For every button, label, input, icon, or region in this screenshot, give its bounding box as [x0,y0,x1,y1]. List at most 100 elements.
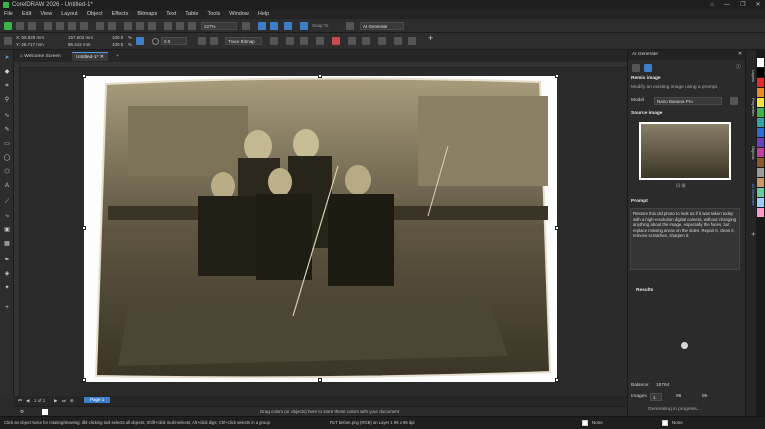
scale-y-field[interactable]: 100.0 [112,42,123,48]
transparency-tool-icon[interactable]: ▦ [3,240,11,248]
upload-icon[interactable] [176,22,184,30]
scale-x-field[interactable]: 100.0 [112,35,123,41]
model-dropdown[interactable]: Nano Banana Pro [654,97,722,105]
palette-swatch[interactable] [757,128,764,137]
parallel-dimension-icon[interactable]: ⟋ [3,198,11,206]
page-1-tab[interactable]: Page 1 [84,397,111,403]
mirror-vertical-icon[interactable] [210,37,218,45]
palette-options-icon[interactable]: ⚙ [20,409,24,415]
zoom-tool-icon[interactable]: ⚲ [3,96,11,104]
menu-effects[interactable]: Effects [112,11,129,17]
search-content-icon[interactable] [124,22,132,30]
new-document-icon[interactable] [4,22,12,30]
info-icon[interactable]: ⓘ [736,65,741,71]
height-field[interactable]: 86.442 mm [68,42,91,48]
selection-handle-bottom-right[interactable] [555,378,559,382]
width-field[interactable]: 157.602 mm [68,35,93,41]
resample-icon[interactable] [300,37,308,45]
trace-bitmap-dropdown[interactable]: Trace Bitmap [225,37,262,45]
app-launcher-icon[interactable] [188,22,196,30]
ai-generate-dropdown[interactable]: AI Generate [360,22,404,30]
snap-to-dropdown[interactable]: Snap To [312,23,328,29]
options-gear-icon[interactable] [346,22,354,30]
rotation-angle-field[interactable]: 0.0 [161,37,187,45]
share-icon[interactable]: ⌂ [705,1,719,9]
palette-swatch[interactable] [757,68,764,77]
menu-window[interactable]: Window [229,11,249,17]
selection-handle-mid-right[interactable] [555,226,559,230]
remove-background-icon[interactable] [332,37,340,45]
first-page-icon[interactable]: ⏮ [18,398,22,404]
rectangle-tool-icon[interactable]: ▭ [3,140,11,148]
palette-swatch[interactable] [757,138,764,147]
smart-fill-icon[interactable]: ✦ [3,284,11,292]
snap-icon[interactable] [300,22,308,30]
x-position-field[interactable]: X: 50.829 mm [16,35,44,41]
show-rulers-icon[interactable] [258,22,266,30]
menu-object[interactable]: Object [87,11,103,17]
undo-icon[interactable] [96,22,104,30]
interactive-fill-icon[interactable]: ◈ [3,270,11,278]
crop-tool-icon[interactable]: ⌗ [3,82,11,90]
selection-handle-bottom-mid[interactable] [318,378,322,382]
ratio-a-field[interactable]: 96 [676,394,681,400]
side-tab-properties[interactable]: Properties [747,98,756,116]
last-page-icon[interactable]: ⏭ [62,398,66,404]
outline-swatch[interactable] [662,420,668,426]
next-page-icon[interactable]: ▶ [54,398,57,404]
add-page-icon[interactable]: ⊕ [70,398,74,404]
magic-wand-icon[interactable] [348,37,356,45]
close-button[interactable]: ✕ [751,1,765,9]
shape-tool-icon[interactable]: ◆ [3,68,11,76]
images-count-field[interactable]: 1 [650,393,662,401]
source-image-thumbnail[interactable] [639,122,731,180]
to-front-icon[interactable] [394,37,402,45]
mirror-horizontal-icon[interactable] [198,37,206,45]
menu-help[interactable]: Help [258,11,269,17]
print-icon[interactable] [44,22,52,30]
y-position-field[interactable]: Y: 46.717 mm [16,42,44,48]
palette-swatch[interactable] [757,58,764,67]
drawing-canvas[interactable] [20,68,627,396]
save-icon[interactable] [28,22,36,30]
bitmap-color-mask-icon[interactable] [316,37,324,45]
minimize-button[interactable]: — [720,1,734,9]
cut-icon[interactable] [56,22,64,30]
selection-handle-top-left[interactable] [82,74,86,78]
selection-handle-top-right[interactable] [555,74,559,78]
drop-shadow-icon[interactable]: ▣ [3,226,11,234]
selection-handle-mid-left[interactable] [82,226,86,230]
to-back-icon[interactable] [408,37,416,45]
menu-tools[interactable]: Tools [207,11,220,17]
side-tab-layers[interactable]: Layers [747,70,756,82]
palette-swatch[interactable] [757,208,764,217]
prompt-textarea[interactable]: Restore this old photo to look as if it … [630,208,740,270]
palette-swatch[interactable] [757,168,764,177]
show-guidelines-icon[interactable] [284,22,292,30]
selection-handle-bottom-left[interactable] [82,378,86,382]
palette-swatch[interactable] [757,118,764,127]
lock-ratio-icon[interactable] [136,37,144,45]
prev-page-icon[interactable]: ◀ [26,398,29,404]
side-tab-objects[interactable]: Objects [747,146,756,160]
tab-add-button[interactable]: + [112,52,123,61]
publish-pdf-icon[interactable] [164,22,172,30]
object-origin-icon[interactable] [4,37,12,45]
align-icon[interactable] [378,37,386,45]
document-palette-swatch[interactable] [42,409,48,415]
text-to-image-icon[interactable] [632,64,640,72]
remix-image-icon[interactable] [644,64,652,72]
tab-untitled-1[interactable]: Untitled-1* ✕ [72,52,108,61]
menu-bitmaps[interactable]: Bitmaps [137,11,157,17]
transform-icon[interactable] [362,37,370,45]
add-tool-icon[interactable]: + [3,304,11,312]
palette-swatch[interactable] [757,198,764,207]
copy-icon[interactable] [68,22,76,30]
palette-swatch[interactable] [757,88,764,97]
palette-swatch[interactable] [757,178,764,187]
palette-swatch[interactable] [757,78,764,87]
text-tool-icon[interactable]: A [3,182,11,190]
upload-image-icon[interactable]: ⊡ ⊞ [676,184,685,190]
freehand-tool-icon[interactable]: ∿ [3,112,11,120]
add-docker-icon[interactable]: + [747,232,756,236]
